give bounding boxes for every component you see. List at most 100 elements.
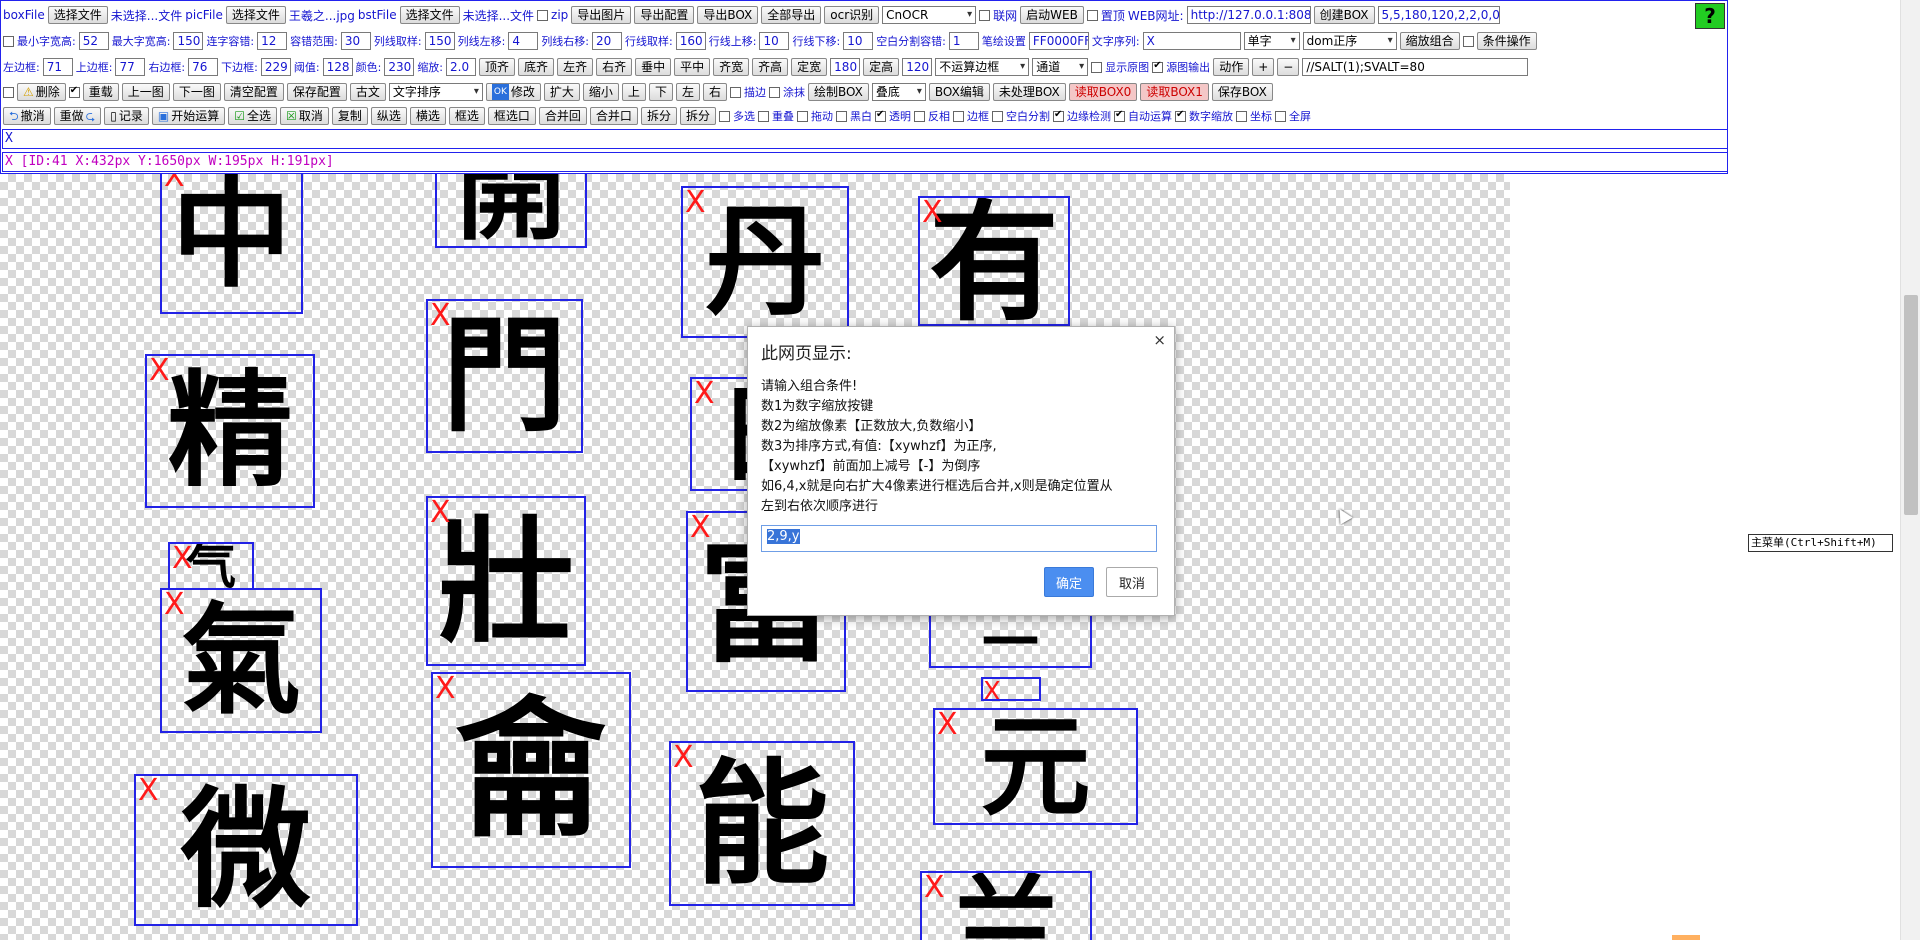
- blank-split-checkbox[interactable]: [991, 110, 1003, 122]
- h-select-button[interactable]: 横选: [409, 107, 446, 125]
- text-sort-select[interactable]: 文字排序: [388, 83, 483, 101]
- redo-button[interactable]: 重做 ⮎: [53, 107, 102, 125]
- smear-checkbox[interactable]: [768, 86, 780, 98]
- plus-button[interactable]: +: [1252, 58, 1275, 76]
- stroke-color-input[interactable]: FF0000FF: [1028, 32, 1089, 50]
- page-scrollbar[interactable]: [1900, 0, 1920, 940]
- web-url-input[interactable]: http://127.0.0.1:808: [1186, 6, 1311, 24]
- row-down-input[interactable]: 10: [843, 32, 874, 50]
- text-seq-input[interactable]: X: [1142, 32, 1241, 50]
- equal-height-button[interactable]: 齐高: [752, 58, 789, 76]
- fullscreen-checkbox[interactable]: [1274, 110, 1286, 122]
- align-bottom-button[interactable]: 底齐: [518, 58, 555, 76]
- save-config-button[interactable]: 保存配置: [286, 83, 347, 101]
- next-image-button[interactable]: 下一图: [172, 83, 221, 101]
- char-box[interactable]: 有 X: [918, 196, 1070, 326]
- draw-box-button[interactable]: 绘制BOX: [807, 83, 869, 101]
- save-box-button[interactable]: 保存BOX: [1211, 83, 1273, 101]
- overlap-checkbox[interactable]: [757, 110, 769, 122]
- box-mark-x[interactable]: X: [149, 356, 170, 386]
- scale-input[interactable]: 2.0: [446, 58, 477, 76]
- dialog-input[interactable]: 2,9,y: [761, 525, 1157, 552]
- pin-top-checkbox[interactable]: [1086, 9, 1098, 21]
- v-center-button[interactable]: 垂中: [635, 58, 672, 76]
- connect-tolerance-input[interactable]: 12: [257, 32, 288, 50]
- stroke-checkbox[interactable]: [729, 86, 741, 98]
- coords-checkbox[interactable]: [1235, 110, 1247, 122]
- box-mark-x[interactable]: X: [924, 873, 945, 903]
- export-box-button[interactable]: 导出BOX: [697, 6, 759, 24]
- cancel-selection-button[interactable]: ☒ 取消: [280, 107, 329, 125]
- blank-split-tolerance-input[interactable]: 1: [948, 32, 979, 50]
- col-sample-input[interactable]: 150: [424, 32, 455, 50]
- fix-height-button[interactable]: 定高: [863, 58, 900, 76]
- char-box[interactable]: 能 X: [669, 741, 855, 906]
- box-mark-x[interactable]: X: [922, 198, 943, 228]
- box-mark-x[interactable]: X: [694, 379, 715, 409]
- multi-select-checkbox[interactable]: [718, 110, 730, 122]
- align-right-button[interactable]: 右齐: [596, 58, 633, 76]
- black-white-checkbox[interactable]: [835, 110, 847, 122]
- move-down-button[interactable]: 下: [648, 83, 673, 101]
- auto-calc-checkbox[interactable]: [1113, 109, 1125, 122]
- condition-checkbox[interactable]: [1462, 35, 1474, 47]
- min-char-width-input[interactable]: 52: [78, 32, 109, 50]
- box-calc-select[interactable]: 不运算边框: [935, 58, 1030, 76]
- box-mark-x[interactable]: X: [164, 174, 185, 192]
- box-mark-x[interactable]: X: [172, 544, 193, 574]
- expand-button[interactable]: 扩大: [543, 83, 580, 101]
- left-margin-input[interactable]: 71: [42, 58, 73, 76]
- row-sample-input[interactable]: 160: [675, 32, 706, 50]
- modify-button[interactable]: OK 修改: [485, 83, 541, 101]
- color-input[interactable]: 230: [384, 58, 415, 76]
- shrink-button[interactable]: 缩小: [582, 83, 619, 101]
- box-mark-x[interactable]: X: [690, 513, 711, 543]
- merge-box-button[interactable]: 合并口: [589, 107, 638, 125]
- h-center-button[interactable]: 平中: [674, 58, 711, 76]
- char-box[interactable]: 元 X: [933, 708, 1138, 825]
- box-params-input[interactable]: 5,5,180,120,2,2,0,0: [1377, 6, 1500, 24]
- invert-checkbox[interactable]: [913, 110, 925, 122]
- frame-select-button[interactable]: 框选: [448, 107, 485, 125]
- min-width-checkbox[interactable]: [3, 35, 14, 47]
- unprocessed-box-button[interactable]: 未处理BOX: [992, 83, 1066, 101]
- copy-button[interactable]: 复制: [331, 107, 368, 125]
- move-left-button[interactable]: 左: [675, 83, 700, 101]
- start-web-button[interactable]: 启动WEB: [1020, 6, 1084, 24]
- row-up-input[interactable]: 10: [759, 32, 790, 50]
- ok-button[interactable]: 确定: [1044, 567, 1094, 597]
- bottom-margin-input[interactable]: 229: [260, 58, 291, 76]
- char-box[interactable]: X: [981, 677, 1041, 701]
- col-left-input[interactable]: 4: [508, 32, 539, 50]
- box-mark-x[interactable]: X: [430, 301, 451, 331]
- char-box[interactable]: 門 X: [426, 299, 583, 453]
- box-mark-x[interactable]: X: [138, 776, 159, 806]
- delete-checkbox[interactable]: [3, 86, 14, 98]
- channel-select[interactable]: 通道: [1032, 58, 1089, 76]
- top-margin-input[interactable]: 77: [115, 58, 146, 76]
- frame-box-button[interactable]: 框选口: [487, 107, 536, 125]
- close-icon[interactable]: ×: [1153, 331, 1166, 349]
- char-box[interactable]: 微 X: [134, 774, 358, 926]
- char-box[interactable]: 中 X: [160, 174, 303, 314]
- export-image-button[interactable]: 导出图片: [571, 6, 632, 24]
- online-checkbox[interactable]: [979, 9, 991, 21]
- move-up-button[interactable]: 上: [621, 83, 646, 101]
- minus-button[interactable]: −: [1277, 58, 1300, 76]
- char-box[interactable]: 兰 X: [920, 871, 1092, 940]
- ocr-recognize-button[interactable]: ocr识别: [824, 6, 880, 24]
- col-right-input[interactable]: 20: [592, 32, 623, 50]
- max-char-width-input[interactable]: 150: [173, 32, 204, 50]
- stack-mode-select[interactable]: 叠底: [871, 83, 926, 101]
- char-box[interactable]: 氣 X: [160, 588, 322, 733]
- char-box[interactable]: 壯 X: [426, 496, 586, 666]
- box-edit-button[interactable]: BOX编辑: [928, 83, 990, 101]
- align-left-button[interactable]: 左齐: [557, 58, 594, 76]
- reload-checkbox[interactable]: [68, 85, 80, 98]
- char-box[interactable]: 丹 X: [681, 186, 849, 338]
- box-mark-x[interactable]: X: [164, 590, 185, 620]
- choose-boxfile-button[interactable]: 选择文件: [47, 6, 108, 24]
- box-mark-x[interactable]: X: [430, 498, 451, 528]
- split-button[interactable]: 拆分: [640, 107, 677, 125]
- ocr-engine-select[interactable]: CnOCR: [882, 6, 977, 24]
